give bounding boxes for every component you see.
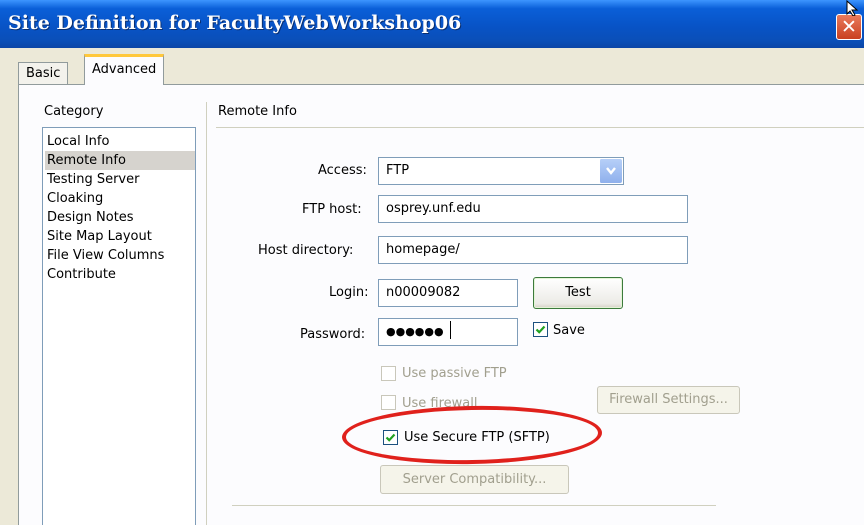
- category-heading: Category: [44, 104, 104, 119]
- category-item-testing-server[interactable]: Testing Server: [47, 170, 139, 189]
- close-button[interactable]: ✕: [836, 14, 862, 40]
- password-input[interactable]: ●●●●●●: [378, 318, 518, 346]
- ftp-host-input[interactable]: osprey.unf.edu: [378, 195, 688, 223]
- passive-ftp-label: Use passive FTP: [402, 366, 507, 381]
- access-value: FTP: [386, 163, 410, 178]
- save-label: Save: [553, 323, 585, 338]
- access-select[interactable]: FTP: [378, 157, 624, 185]
- server-compatibility-button[interactable]: Server Compatibility...: [380, 465, 569, 494]
- category-item-file-view-columns[interactable]: File View Columns: [47, 246, 164, 265]
- close-icon: ✕: [841, 16, 857, 38]
- ftp-host-value: osprey.unf.edu: [386, 201, 481, 216]
- category-item-contribute[interactable]: Contribute: [47, 265, 116, 284]
- login-input[interactable]: n00009082: [378, 279, 518, 307]
- category-item-remote-info[interactable]: Remote Info: [45, 151, 195, 170]
- category-item-design-notes[interactable]: Design Notes: [47, 208, 134, 227]
- section-heading: Remote Info: [218, 104, 297, 119]
- title-bar[interactable]: Site Definition for FacultyWebWorkshop06…: [0, 0, 864, 48]
- access-dropdown-button[interactable]: [599, 159, 622, 183]
- host-directory-value: homepage/: [386, 242, 460, 257]
- tab-advanced[interactable]: Advanced: [84, 54, 165, 85]
- tab-advanced-label: Advanced: [92, 62, 157, 77]
- category-list[interactable]: Local Info Remote Info Testing Server Cl…: [42, 127, 196, 525]
- login-value: n00009082: [386, 285, 461, 300]
- chevron-down-icon: [606, 167, 616, 175]
- passive-ftp-checkbox[interactable]: [381, 366, 396, 381]
- access-label: Access:: [318, 163, 367, 178]
- save-checkbox[interactable]: [533, 322, 548, 337]
- password-mask: ●●●●●●: [386, 325, 444, 338]
- login-label: Login:: [329, 285, 369, 300]
- tab-basic-label: Basic: [26, 66, 61, 81]
- mouse-pointer-icon: [846, 0, 859, 16]
- category-item-local-info[interactable]: Local Info: [47, 132, 109, 151]
- column-divider: [206, 102, 207, 525]
- ftp-host-label: FTP host:: [302, 202, 362, 217]
- test-button[interactable]: Test: [533, 277, 623, 309]
- firewall-settings-button[interactable]: Firewall Settings...: [597, 386, 740, 414]
- host-directory-input[interactable]: homepage/: [378, 236, 688, 264]
- window-title: Site Definition for FacultyWebWorkshop06: [8, 12, 462, 34]
- check-icon: [535, 325, 546, 334]
- tab-basic[interactable]: Basic: [18, 62, 69, 84]
- category-item-site-map-layout[interactable]: Site Map Layout: [47, 227, 152, 246]
- host-directory-label: Host directory:: [258, 243, 354, 258]
- section-divider: [216, 127, 864, 128]
- category-item-cloaking[interactable]: Cloaking: [47, 189, 103, 208]
- use-firewall-checkbox[interactable]: [381, 395, 396, 410]
- site-definition-dialog: Site Definition for FacultyWebWorkshop06…: [0, 0, 864, 525]
- password-label: Password:: [300, 327, 366, 342]
- text-caret: [450, 321, 451, 339]
- bottom-divider: [232, 505, 716, 506]
